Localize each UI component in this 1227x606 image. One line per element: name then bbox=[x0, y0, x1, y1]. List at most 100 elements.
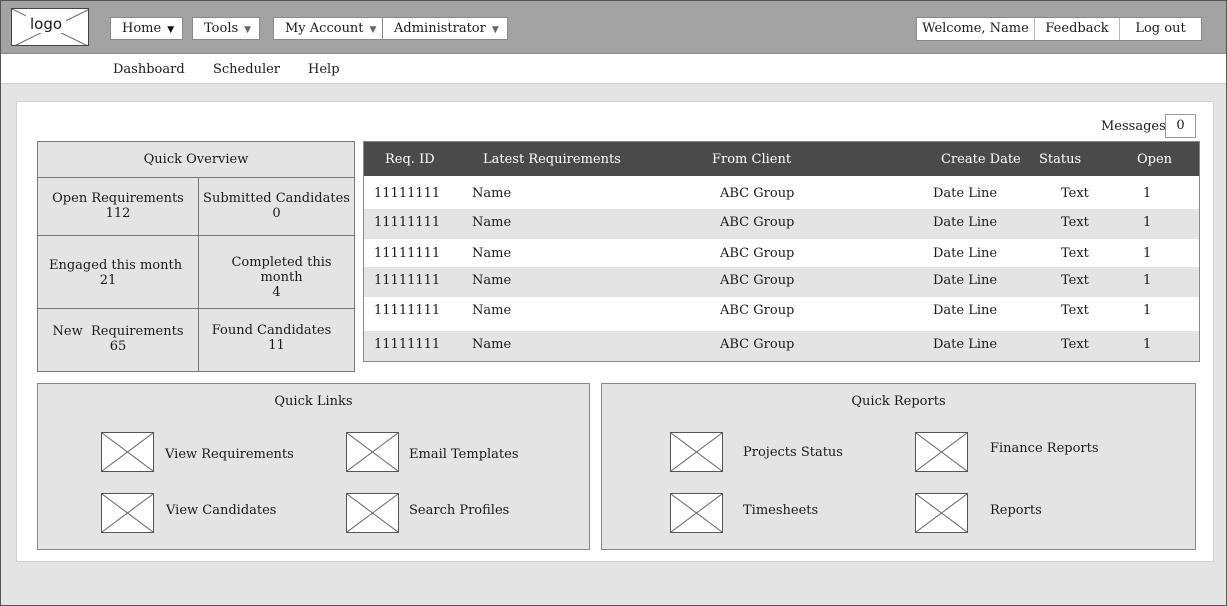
requirements-table: Req. ID Latest Requirements From Client … bbox=[363, 141, 1200, 362]
overview-cell-label: Found Candidates bbox=[211, 323, 332, 338]
menu-administrator[interactable]: Administrator ▼ bbox=[382, 17, 508, 40]
quick-overview: Quick Overview Open Requirements 112 Sub… bbox=[37, 141, 355, 372]
quick-report-label: Timesheets bbox=[743, 503, 819, 518]
image-placeholder-icon bbox=[670, 432, 723, 472]
cell-status: Text bbox=[1061, 303, 1089, 318]
cell-client: ABC Group bbox=[720, 273, 795, 288]
overview-cell-value: 4 bbox=[272, 285, 281, 300]
overview-cell-value: 65 bbox=[109, 339, 127, 354]
cell-client: ABC Group bbox=[720, 186, 795, 201]
quick-report-reports[interactable]: Reports bbox=[915, 493, 1115, 535]
messages-count[interactable]: 0 bbox=[1165, 114, 1196, 138]
column-header-from-client[interactable]: From Client bbox=[712, 152, 791, 167]
quick-link-label: View Candidates bbox=[166, 503, 277, 518]
overview-open-requirements[interactable]: Open Requirements 112 bbox=[38, 178, 199, 236]
cell-open: 1 bbox=[1143, 246, 1152, 261]
overview-found-candidates[interactable]: Found Candidates 11 bbox=[199, 309, 354, 371]
cell-client: ABC Group bbox=[720, 215, 795, 230]
table-row[interactable]: 11111111 Name ABC Group Date Line Text 1 bbox=[364, 176, 1199, 209]
table-row[interactable]: 11111111 Name ABC Group Date Line Text 1 bbox=[364, 267, 1199, 297]
cell-requirement-name: Name bbox=[472, 246, 512, 261]
cell-create-date: Date Line bbox=[933, 337, 998, 352]
cell-create-date: Date Line bbox=[933, 186, 998, 201]
menu-my-account[interactable]: My Account ▼ bbox=[273, 17, 386, 40]
user-menu: Welcome, Name Feedback Log out bbox=[916, 17, 1202, 41]
column-header-open[interactable]: Open bbox=[1137, 152, 1172, 167]
quick-report-timesheets[interactable]: Timesheets bbox=[670, 493, 870, 535]
sub-navigation: Dashboard Scheduler Help bbox=[1, 54, 1226, 84]
cell-create-date: Date Line bbox=[933, 246, 998, 261]
cell-requirement-name: Name bbox=[472, 273, 512, 288]
cell-client: ABC Group bbox=[720, 246, 795, 261]
cell-create-date: Date Line bbox=[933, 303, 998, 318]
overview-submitted-candidates[interactable]: Submitted Candidates 0 bbox=[199, 178, 354, 236]
column-header-latest-requirements[interactable]: Latest Requirements bbox=[483, 152, 621, 167]
subnav-help[interactable]: Help bbox=[308, 62, 340, 77]
cell-status: Text bbox=[1061, 215, 1089, 230]
image-placeholder-icon bbox=[670, 493, 723, 533]
caret-down-icon: ▼ bbox=[369, 25, 377, 35]
logout-link[interactable]: Log out bbox=[1119, 18, 1201, 40]
quick-report-projects-status[interactable]: Projects Status bbox=[670, 432, 870, 474]
overview-cell-value: 21 bbox=[99, 273, 117, 288]
messages-label: Messages bbox=[1101, 119, 1166, 134]
menu-tools-label: Tools bbox=[204, 21, 239, 36]
menu-my-account-label: My Account bbox=[285, 21, 364, 36]
table-row[interactable]: 11111111 Name ABC Group Date Line Text 1 bbox=[364, 209, 1199, 239]
quick-link-label: View Requirements bbox=[165, 447, 294, 462]
subnav-scheduler[interactable]: Scheduler bbox=[213, 62, 280, 77]
quick-report-label: Projects Status bbox=[743, 445, 843, 460]
caret-down-icon: ▼ bbox=[167, 25, 175, 35]
column-header-status[interactable]: Status bbox=[1039, 152, 1081, 167]
cell-client: ABC Group bbox=[720, 337, 795, 352]
cell-requirement-name: Name bbox=[472, 215, 512, 230]
quick-link-email-templates[interactable]: Email Templates bbox=[346, 432, 546, 474]
caret-down-icon: ▼ bbox=[491, 25, 499, 35]
quick-link-label: Search Profiles bbox=[409, 503, 510, 518]
quick-link-view-candidates[interactable]: View Candidates bbox=[101, 493, 301, 535]
menu-administrator-label: Administrator bbox=[394, 21, 486, 36]
quick-report-finance-reports[interactable]: Finance Reports bbox=[915, 432, 1135, 474]
quick-link-search-profiles[interactable]: Search Profiles bbox=[346, 493, 546, 535]
quick-links-panel: Quick Links View Requirements Email Temp… bbox=[37, 383, 590, 550]
overview-cell-label: New Requirements bbox=[52, 324, 184, 339]
cell-requirement-name: Name bbox=[472, 186, 512, 201]
overview-cell-label: Completed this month bbox=[231, 255, 332, 285]
cell-requirement-name: Name bbox=[472, 303, 512, 318]
column-header-req-id[interactable]: Req. ID bbox=[385, 152, 435, 167]
table-row[interactable]: 11111111 Name ABC Group Date Line Text 1 bbox=[364, 297, 1199, 331]
overview-engaged-this-month[interactable]: Engaged this month 21 bbox=[38, 236, 199, 309]
table-row[interactable]: 11111111 Name ABC Group Date Line Text 1 bbox=[364, 331, 1199, 361]
overview-completed-this-month[interactable]: Completed this month 4 bbox=[199, 236, 354, 309]
overview-cell-value: 0 bbox=[272, 206, 281, 221]
overview-new-requirements[interactable]: New Requirements 65 bbox=[38, 309, 199, 371]
cell-open: 1 bbox=[1143, 303, 1152, 318]
dashboard-panel: Messages 0 Quick Overview Open Requireme… bbox=[16, 101, 1214, 562]
cell-status: Text bbox=[1061, 273, 1089, 288]
feedback-link[interactable]: Feedback bbox=[1034, 18, 1119, 40]
cell-req-id: 11111111 bbox=[374, 337, 441, 352]
quick-link-view-requirements[interactable]: View Requirements bbox=[101, 432, 301, 474]
cell-req-id: 11111111 bbox=[374, 186, 441, 201]
image-placeholder-icon bbox=[346, 432, 399, 472]
column-header-create-date[interactable]: Create Date bbox=[941, 152, 1021, 167]
quick-reports-panel: Quick Reports Projects Status Finance Re… bbox=[601, 383, 1196, 550]
cell-req-id: 11111111 bbox=[374, 273, 441, 288]
logo[interactable]: logo bbox=[11, 8, 89, 46]
logo-text: logo bbox=[26, 15, 67, 33]
menu-tools[interactable]: Tools ▼ bbox=[192, 17, 261, 40]
app-window: logo Home ▼ Tools ▼ My Account ▼ Administra… bbox=[0, 0, 1227, 606]
cell-requirement-name: Name bbox=[472, 337, 512, 352]
quick-report-label: Reports bbox=[990, 503, 1042, 518]
welcome-user[interactable]: Welcome, Name bbox=[917, 18, 1034, 40]
menu-home-label: Home bbox=[122, 21, 162, 36]
image-placeholder-icon bbox=[101, 432, 154, 472]
image-placeholder-icon bbox=[101, 493, 154, 533]
menu-home[interactable]: Home ▼ bbox=[110, 17, 184, 40]
subnav-dashboard[interactable]: Dashboard bbox=[113, 62, 185, 77]
quick-report-label: Finance Reports bbox=[990, 441, 1099, 456]
quick-link-label: Email Templates bbox=[409, 447, 519, 462]
table-row[interactable]: 11111111 Name ABC Group Date Line Text 1 bbox=[364, 239, 1199, 267]
image-placeholder-icon bbox=[915, 432, 968, 472]
cell-status: Text bbox=[1061, 337, 1089, 352]
